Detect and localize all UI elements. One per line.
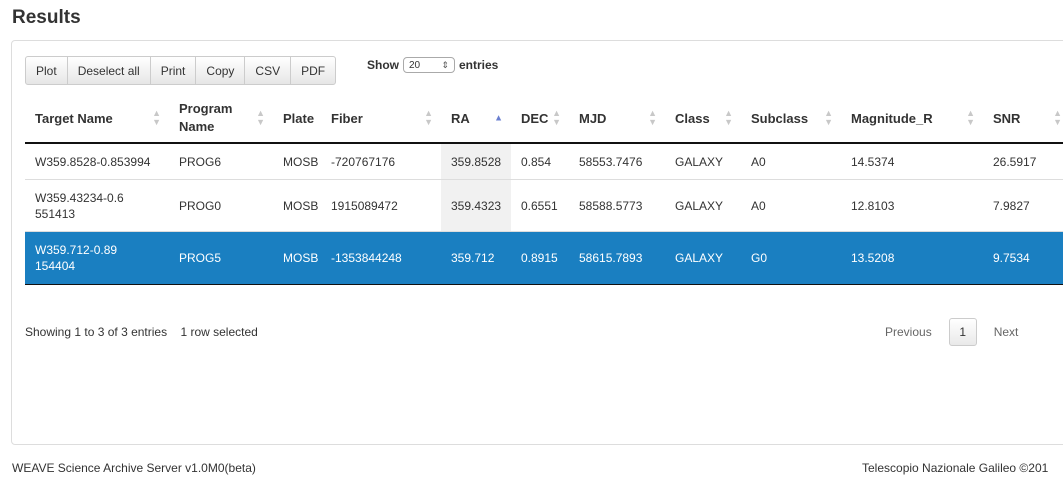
table-row-selected[interactable]: W359.712-0.89154404 PROG5 MOSB -13538442… <box>25 232 1063 285</box>
column-header-label: Target Name <box>35 110 113 126</box>
column-header-label: Subclass <box>751 110 809 126</box>
column-header-class[interactable]: Class ▲ ▼ <box>665 94 741 142</box>
footer-copyright: Telescopio Nazionale Galileo ©201 <box>862 461 1049 475</box>
cell-fiber: 1915089472 <box>331 198 398 213</box>
column-header-label: Plate <box>283 110 315 126</box>
next-page-button[interactable]: Next <box>994 325 1019 339</box>
entries-label: entries <box>459 58 499 72</box>
cell-magnitude-r: 14.5374 <box>851 154 895 169</box>
cell-class: GALAXY <box>675 251 724 265</box>
copy-button[interactable]: Copy <box>195 56 246 85</box>
cell-dec: 0.854 <box>521 154 552 169</box>
cell-ra: 359.4323 <box>441 180 511 231</box>
plot-button[interactable]: Plot <box>25 56 68 85</box>
column-header-label: Fiber <box>331 110 363 126</box>
previous-page-button[interactable]: Previous <box>885 325 932 339</box>
table-header: Target Name ▲ ▼ Program Name ▲ ▼ Plate Fiber… <box>25 94 1063 144</box>
column-header-label: MJD <box>579 110 607 126</box>
sort-icon: ▲ ▼ <box>966 108 975 127</box>
cell-program-name: PROG6 <box>179 154 222 169</box>
sort-icon: ▲ ▼ <box>552 108 561 127</box>
entries-info-text: Showing 1 to 3 of 3 entries <box>25 325 168 339</box>
column-header-magnitude-r[interactable]: Magnitude_R ▲ ▼ <box>841 94 983 142</box>
cell-mjd: 58615.7893 <box>579 251 643 265</box>
footer-version: WEAVE Science Archive Server v1.0M0(beta… <box>12 461 256 475</box>
deselect-all-button[interactable]: Deselect all <box>66 56 151 85</box>
cell-ra: 359.712 <box>441 232 511 284</box>
cell-dec: 0.6551 <box>521 198 558 213</box>
sort-ascending-icon: ▲ <box>494 112 503 123</box>
cell-subclass: A0 <box>751 198 766 213</box>
page-title: Results <box>12 7 81 28</box>
cell-fiber: -1353844248 <box>331 251 402 265</box>
cell-fiber: -720767176 <box>331 154 396 169</box>
table-row[interactable]: W359.8528-0.853994 PROG6 MOSB -720767176… <box>25 144 1063 180</box>
column-header-snr[interactable]: SNR ▲ ▼ <box>983 94 1063 142</box>
sort-icon: ▲ ▼ <box>424 108 433 127</box>
sort-icon: ▲ ▼ <box>256 108 265 127</box>
column-header-dec[interactable]: DEC ▲ ▼ <box>511 94 569 142</box>
pdf-button[interactable]: PDF <box>290 56 337 85</box>
cell-plate: MOSB <box>283 154 319 169</box>
column-header-label: DEC <box>521 110 549 126</box>
select-arrows-icon: ⇕ <box>441 59 449 70</box>
column-header-subclass[interactable]: Subclass ▲ ▼ <box>741 94 841 142</box>
column-header-target-name[interactable]: Target Name ▲ ▼ <box>25 94 169 142</box>
sort-icon: ▲ ▼ <box>724 108 733 127</box>
table-row[interactable]: W359.43234-0.6551413 PROG0 MOSB 19150894… <box>25 180 1063 232</box>
cell-class: GALAXY <box>675 154 724 169</box>
cell-subclass: G0 <box>751 251 768 265</box>
column-header-label: SNR <box>993 110 1021 126</box>
column-header-label: Magnitude_R <box>851 110 933 126</box>
cell-subclass: A0 <box>751 154 766 169</box>
cell-snr: 7.9827 <box>993 198 1030 213</box>
results-table: Target Name ▲ ▼ Program Name ▲ ▼ Plate Fiber… <box>25 94 1063 285</box>
cell-ra: 359.8528 <box>441 144 511 179</box>
column-header-plate[interactable]: Plate <box>273 94 321 142</box>
column-header-label: Class <box>675 110 710 126</box>
entries-select[interactable]: 20 ⇕ <box>403 57 455 73</box>
cell-target-name: W359.712-0.89154404 <box>35 243 118 273</box>
cell-class: GALAXY <box>675 198 724 213</box>
table-info: Showing 1 to 3 of 3 entries 1 row select… <box>25 325 258 339</box>
page-1-button[interactable]: 1 <box>948 318 977 346</box>
cell-target-name: W359.43234-0.6551413 <box>35 190 124 221</box>
cell-plate: MOSB <box>283 251 319 265</box>
sort-icon: ▲ ▼ <box>648 108 657 127</box>
cell-snr: 26.5917 <box>993 154 1037 169</box>
show-label: Show <box>367 58 399 72</box>
column-header-ra[interactable]: RA ▲ <box>441 94 511 142</box>
column-header-label: RA <box>451 110 470 126</box>
cell-mjd: 58588.5773 <box>579 198 643 213</box>
export-button-group: Plot Deselect all Print Copy CSV PDF <box>25 56 337 85</box>
cell-magnitude-r: 13.5208 <box>851 251 895 265</box>
column-header-program-name[interactable]: Program Name ▲ ▼ <box>169 94 273 142</box>
sort-icon: ▲ ▼ <box>1053 108 1062 127</box>
sort-icon: ▲ ▼ <box>152 108 161 127</box>
column-header-fiber[interactable]: Fiber ▲ ▼ <box>321 94 441 142</box>
sort-icon: ▲ ▼ <box>824 108 833 127</box>
entries-length-control: Show 20 ⇕ entries <box>367 56 498 74</box>
print-button[interactable]: Print <box>149 56 197 85</box>
cell-target-name: W359.8528-0.853994 <box>35 154 151 169</box>
column-header-mjd[interactable]: MJD ▲ ▼ <box>569 94 665 142</box>
entries-select-value: 20 <box>409 59 421 71</box>
csv-button[interactable]: CSV <box>244 56 292 85</box>
selected-count-text: 1 row selected <box>180 325 258 339</box>
cell-dec: 0.8915 <box>521 251 558 265</box>
column-header-label: Program Name <box>179 101 233 134</box>
cell-magnitude-r: 12.8103 <box>851 198 895 213</box>
cell-snr: 9.7534 <box>993 251 1030 265</box>
cell-program-name: PROG5 <box>179 251 222 265</box>
cell-program-name: PROG0 <box>179 198 222 213</box>
cell-mjd: 58553.7476 <box>579 154 643 169</box>
pagination: Previous 1 Next <box>885 318 1018 346</box>
cell-plate: MOSB <box>283 198 319 213</box>
